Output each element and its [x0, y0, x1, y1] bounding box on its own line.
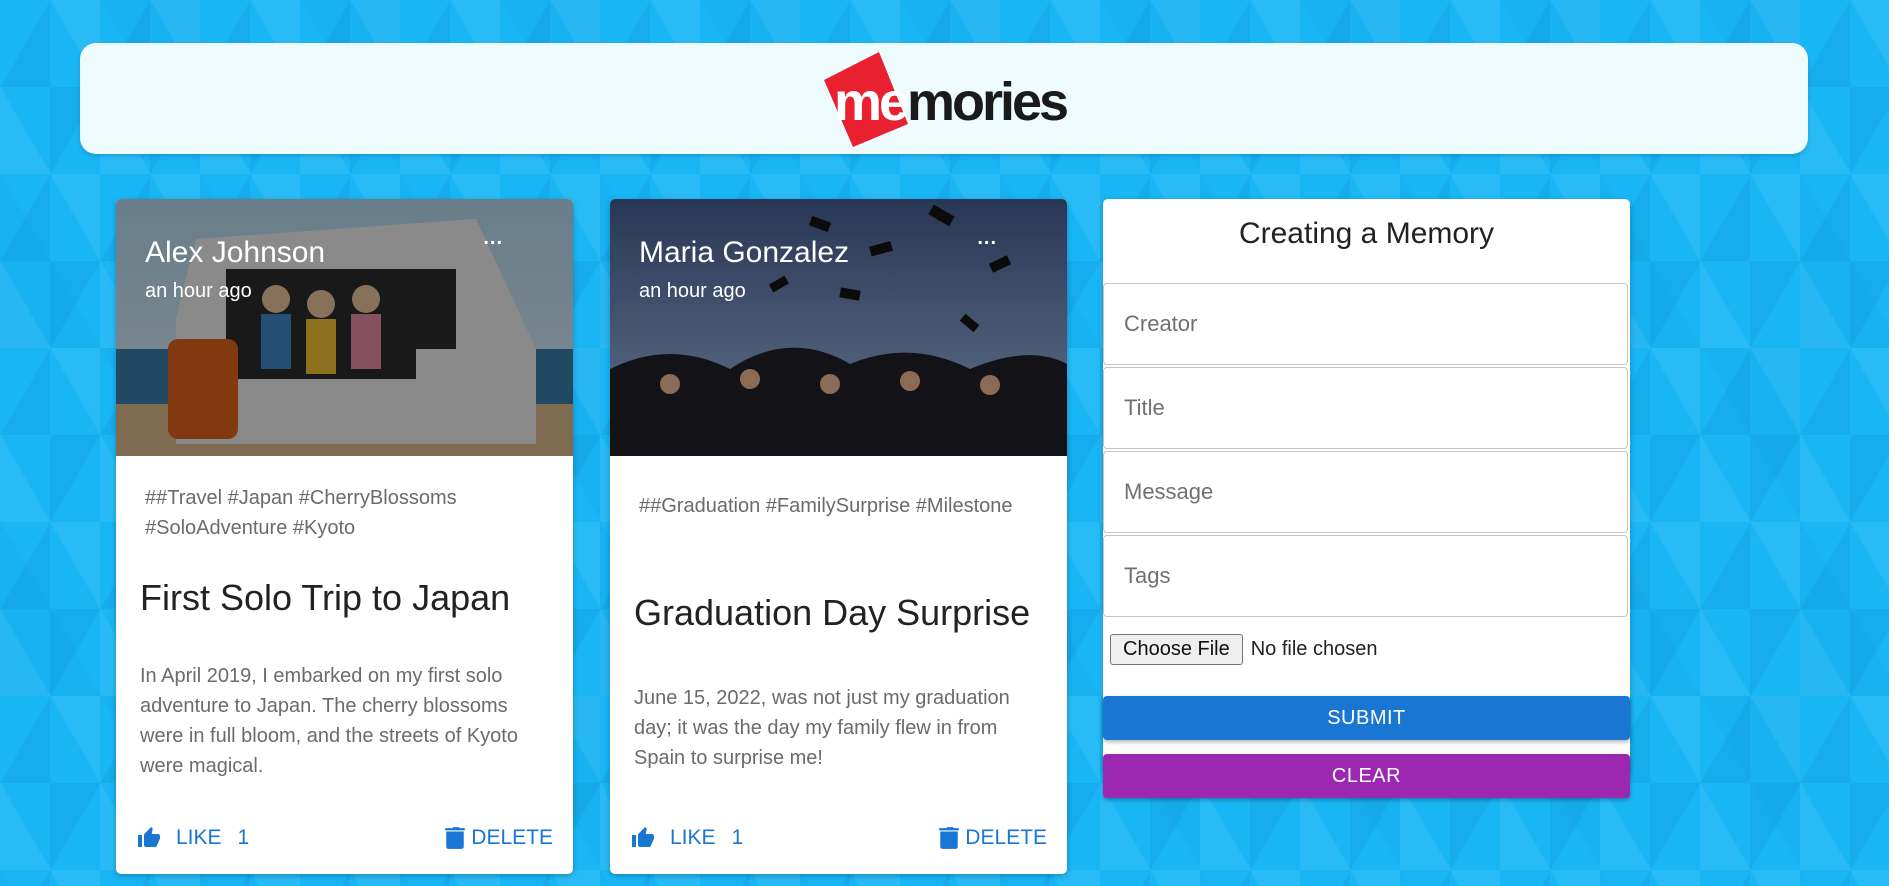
like-count: 1 [237, 826, 250, 849]
message-input[interactable] [1103, 451, 1628, 533]
post-creator: Alex Johnson [145, 236, 326, 269]
tags-input[interactable] [1103, 535, 1628, 617]
svg-text:me: me [834, 72, 908, 132]
memories-logo: me mories [822, 52, 1092, 147]
post-message: June 15, 2022, was not just my graduatio… [634, 687, 1010, 769]
post-time: an hour ago [639, 280, 746, 302]
file-picker: Choose File No file chosen [1110, 634, 1377, 665]
submit-button[interactable]: SUBMIT [1103, 696, 1630, 740]
file-status: No file chosen [1250, 638, 1378, 660]
delete-label: DELETE [471, 826, 553, 849]
card-image: Alex Johnson an hour ago ... [116, 199, 573, 456]
delete-button[interactable]: DELETE [939, 826, 1047, 850]
like-count: 1 [731, 826, 744, 849]
form-title: Creating a Memory [1238, 217, 1495, 250]
memory-card: Maria Gonzalez an hour ago ... ##Graduat… [610, 199, 1067, 874]
trash-icon [445, 827, 466, 849]
post-message: In April 2019, I embarked on my first so… [140, 665, 518, 777]
delete-label: DELETE [965, 826, 1047, 849]
post-time: an hour ago [145, 280, 252, 302]
thumb-up-icon [138, 827, 160, 847]
post-creator: Maria Gonzalez [639, 236, 850, 269]
post-title: Graduation Day Surprise [634, 592, 1031, 633]
memory-card: Alex Johnson an hour ago ... ##Travel #J… [116, 199, 573, 874]
creator-input[interactable] [1103, 283, 1628, 365]
more-options-button[interactable]: ... [483, 227, 503, 250]
svg-text:mories: mories [907, 72, 1067, 132]
post-title: First Solo Trip to Japan [140, 577, 511, 618]
thumb-up-icon [632, 827, 654, 847]
more-options-button[interactable]: ... [977, 227, 997, 250]
post-tags: ##Travel #Japan #CherryBlossoms #SoloAdv… [145, 487, 457, 539]
like-button[interactable]: LIKE 1 [630, 826, 743, 850]
like-button[interactable]: LIKE 1 [136, 826, 249, 850]
post-tags: ##Graduation #FamilySurprise #Milestone [639, 495, 1013, 517]
card-image: Maria Gonzalez an hour ago ... [610, 199, 1067, 456]
choose-file-button[interactable]: Choose File [1110, 634, 1243, 665]
memory-form: Creating a Memory Choose File No file ch… [1103, 199, 1630, 798]
like-label: LIKE [670, 826, 716, 849]
trash-icon [939, 827, 960, 849]
title-input[interactable] [1103, 367, 1628, 449]
clear-button[interactable]: CLEAR [1103, 754, 1630, 798]
delete-button[interactable]: DELETE [445, 826, 553, 850]
like-label: LIKE [176, 826, 222, 849]
